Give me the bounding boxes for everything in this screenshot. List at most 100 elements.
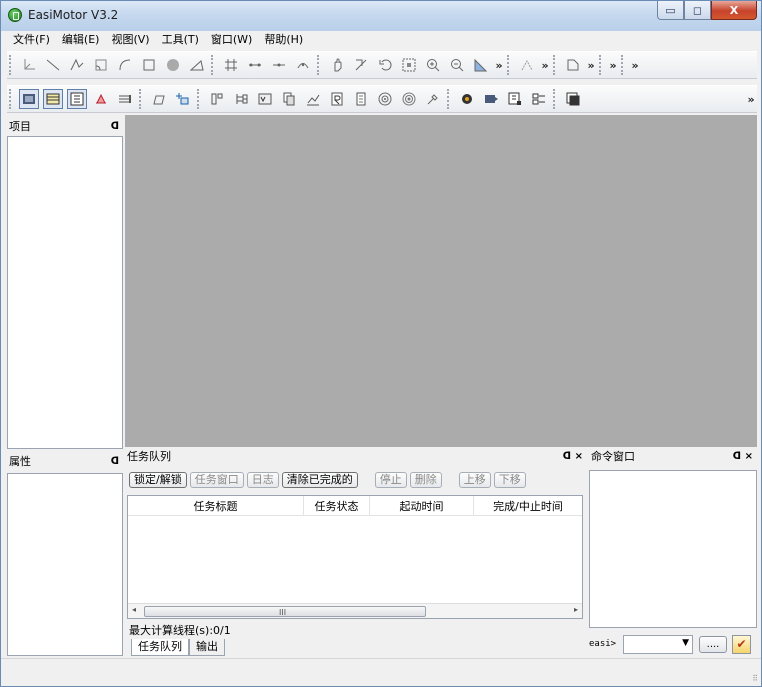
toolbar-grip[interactable] — [553, 55, 557, 75]
toolbar-grip[interactable] — [507, 55, 511, 75]
rectangle-icon[interactable] — [139, 55, 159, 75]
column-task-title[interactable]: 任务标题 — [128, 496, 304, 515]
undo-view-icon[interactable] — [375, 55, 395, 75]
minimize-button[interactable]: ▭ — [657, 1, 684, 20]
tool-icon[interactable] — [423, 89, 443, 109]
zoom-in-icon[interactable] — [423, 55, 443, 75]
tree-icon[interactable] — [231, 89, 251, 109]
toolbar-more-icon[interactable]: » — [585, 59, 597, 72]
report-icon[interactable] — [327, 89, 347, 109]
settings-icon[interactable] — [529, 89, 549, 109]
add-icon[interactable] — [173, 89, 193, 109]
pin-icon[interactable]: ᗡ — [733, 449, 741, 465]
polyline-icon[interactable] — [67, 55, 87, 75]
menu-window[interactable]: 窗口(W) — [205, 31, 258, 49]
zoom-out-icon[interactable] — [447, 55, 467, 75]
open-icon[interactable] — [149, 89, 169, 109]
chart-icon[interactable] — [303, 89, 323, 109]
arc-point-icon[interactable] — [293, 55, 313, 75]
clear-completed-button[interactable]: 清除已完成的 — [281, 472, 358, 488]
solver-icon[interactable] — [457, 89, 477, 109]
move-down-button[interactable]: 下移 — [493, 472, 526, 488]
scroll-left-icon[interactable]: ◂ — [132, 605, 136, 614]
stop-button[interactable]: 停止 — [374, 472, 407, 488]
pin-icon[interactable]: ᗡ — [111, 119, 119, 135]
column-start-time[interactable]: 起动时间 — [370, 496, 474, 515]
log-button[interactable]: 日志 — [246, 472, 279, 488]
segment-icon[interactable] — [245, 55, 265, 75]
target-icon[interactable] — [399, 89, 419, 109]
variable-icon[interactable] — [255, 89, 275, 109]
horizontal-scrollbar[interactable]: ◂ III ▸ — [128, 603, 582, 618]
scrollbar-thumb[interactable]: III — [144, 606, 426, 617]
project-tree[interactable] — [7, 136, 123, 449]
export-icon[interactable] — [505, 89, 525, 109]
copy-icon[interactable] — [279, 89, 299, 109]
polygon-icon[interactable] — [187, 55, 207, 75]
snap-icon[interactable] — [517, 55, 537, 75]
close-icon[interactable]: × — [745, 449, 753, 465]
toolbar-more-icon[interactable]: » — [539, 59, 551, 72]
pin-icon[interactable]: ᗡ — [111, 454, 119, 470]
coordinate-icon[interactable] — [19, 55, 39, 75]
scroll-right-icon[interactable]: ▸ — [574, 605, 578, 614]
delete-button[interactable]: 删除 — [409, 472, 442, 488]
disc-icon[interactable] — [375, 89, 395, 109]
toolbar-grip[interactable] — [621, 55, 625, 75]
title-bar[interactable]: EasiMotor V3.2 ▭ ◻ X — [1, 1, 761, 31]
arc-icon[interactable] — [115, 55, 135, 75]
toolbar-more-icon[interactable]: » — [745, 93, 757, 106]
layout-view-icon[interactable] — [43, 89, 63, 109]
list-view-icon[interactable] — [67, 89, 87, 109]
layer-icon[interactable] — [563, 55, 583, 75]
rotate-icon[interactable] — [351, 55, 371, 75]
execute-icon[interactable]: ✔ — [732, 634, 751, 654]
resize-grip-icon[interactable]: ⠿ — [752, 674, 758, 683]
line-icon[interactable] — [43, 55, 63, 75]
toolbar-grip[interactable] — [9, 55, 13, 75]
tab-task-queue[interactable]: 任务队列 — [131, 639, 189, 656]
menu-edit[interactable]: 编辑(E) — [56, 31, 106, 49]
circle-icon[interactable] — [163, 55, 183, 75]
command-input[interactable]: ▼ — [623, 634, 693, 654]
close-icon[interactable]: × — [575, 449, 583, 465]
segment-split-icon[interactable] — [269, 55, 289, 75]
browse-button[interactable]: .... — [699, 635, 727, 653]
menu-file[interactable]: 文件(F) — [7, 31, 56, 49]
lock-unlock-button[interactable]: 锁定/解锁 — [129, 472, 187, 488]
toolbar-more-icon[interactable]: » — [629, 59, 641, 72]
circuit-icon[interactable] — [207, 89, 227, 109]
grid-icon[interactable] — [221, 55, 241, 75]
window-icon[interactable] — [563, 89, 583, 109]
menu-help[interactable]: 帮助(H) — [258, 31, 309, 49]
column-end-time[interactable]: 完成/中止时间 — [474, 496, 582, 515]
toolbar-more-icon[interactable]: » — [607, 59, 619, 72]
menu-tools[interactable]: 工具(T) — [156, 31, 205, 49]
tab-output[interactable]: 输出 — [189, 639, 225, 656]
pan-icon[interactable] — [327, 55, 347, 75]
task-window-button[interactable]: 任务窗口 — [189, 472, 244, 488]
property-grid[interactable] — [7, 473, 123, 656]
chevron-down-icon[interactable]: ▼ — [682, 638, 689, 648]
max-threads-label: 最大计算线程(s):0/1 — [129, 624, 231, 637]
motor-view-icon[interactable] — [19, 89, 39, 109]
maximize-button[interactable]: ◻ — [684, 1, 711, 20]
script-icon[interactable] — [351, 89, 371, 109]
pin-icon[interactable]: ᗡ — [563, 449, 571, 465]
command-output[interactable] — [589, 470, 757, 628]
winding-icon[interactable] — [115, 89, 135, 109]
result-icon[interactable] — [481, 89, 501, 109]
fillet-icon[interactable] — [91, 55, 111, 75]
material-icon[interactable] — [91, 89, 111, 109]
toolbar-grip[interactable] — [599, 55, 603, 75]
measure-icon[interactable] — [471, 55, 491, 75]
close-button[interactable]: X — [711, 1, 757, 20]
zoom-fit-icon[interactable] — [399, 55, 419, 75]
workspace-canvas[interactable] — [125, 115, 757, 447]
toolbar-more-icon[interactable]: » — [493, 59, 505, 72]
column-task-status[interactable]: 任务状态 — [304, 496, 370, 515]
move-up-button[interactable]: 上移 — [458, 472, 491, 488]
menu-view[interactable]: 视图(V) — [105, 31, 155, 49]
task-table[interactable]: 任务标题 任务状态 起动时间 完成/中止时间 ◂ III ▸ — [127, 495, 583, 619]
toolbar-grip[interactable] — [9, 89, 13, 109]
